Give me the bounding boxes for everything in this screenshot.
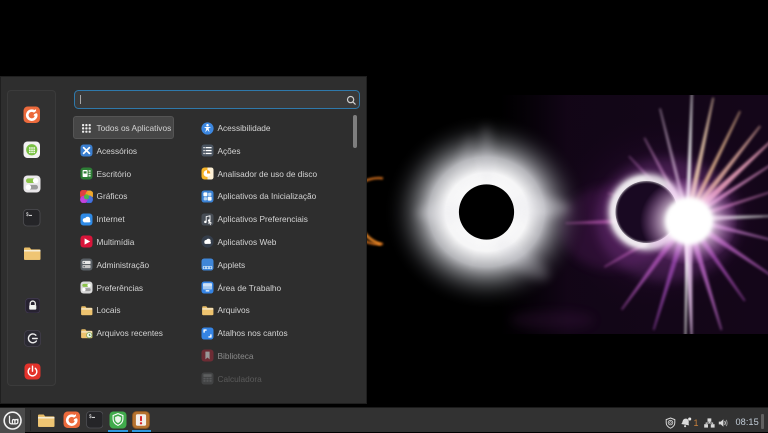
svg-text:$: $	[26, 212, 29, 218]
svg-text:$: $	[89, 414, 92, 420]
